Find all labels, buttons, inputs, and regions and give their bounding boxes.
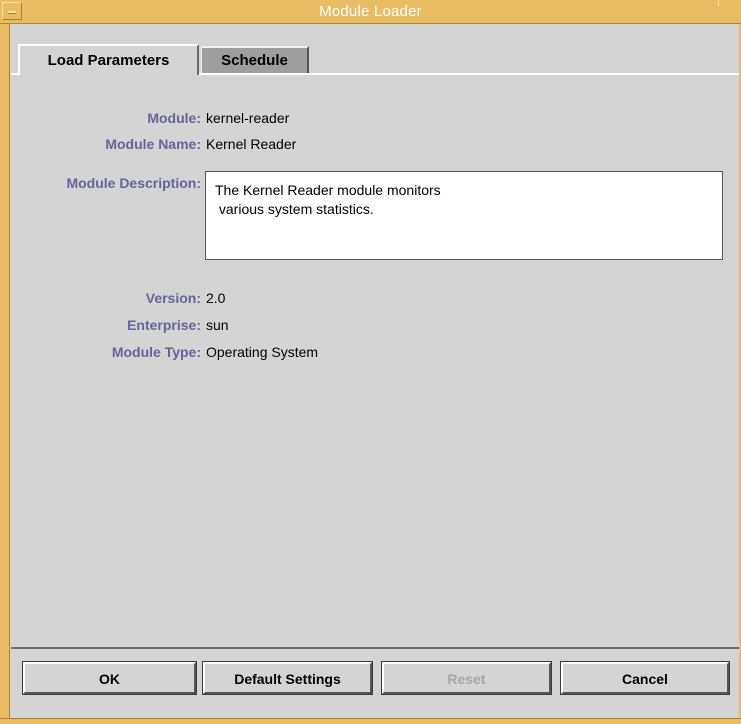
version-value: 2.0	[206, 290, 226, 306]
title-bar[interactable]: Module Loader	[0, 0, 741, 24]
window-frame-left	[0, 24, 10, 724]
cancel-button[interactable]: Cancel	[560, 661, 730, 695]
version-label: Version:	[145, 290, 201, 306]
module-name-value: Kernel Reader	[206, 136, 297, 152]
reset-button[interactable]: Reset	[381, 661, 552, 695]
module-description-label: Module Description:	[66, 175, 201, 191]
module-type-value: Operating System	[206, 344, 319, 360]
module-value: kernel-reader	[206, 110, 290, 126]
enterprise-value: sun	[206, 317, 229, 333]
tab-load-parameters[interactable]: Load Parameters	[18, 44, 199, 75]
module-label: Module:	[147, 110, 201, 126]
default-settings-button[interactable]: Default Settings	[202, 661, 373, 695]
ok-button[interactable]: OK	[22, 661, 197, 695]
module-description-textarea[interactable]: The Kernel Reader module monitors variou…	[205, 171, 723, 260]
module-type-label: Module Type:	[111, 344, 201, 360]
module-name-label: Module Name:	[105, 136, 201, 152]
enterprise-label: Enterprise:	[127, 317, 201, 333]
module-loader-window: Module Loader Schedule Load Parameters M…	[0, 0, 741, 724]
tab-panel-load-parameters	[11, 73, 739, 649]
window-frame-bottom	[0, 718, 741, 724]
tab-schedule[interactable]: Schedule	[201, 46, 309, 73]
window-title: Module Loader	[319, 3, 422, 20]
